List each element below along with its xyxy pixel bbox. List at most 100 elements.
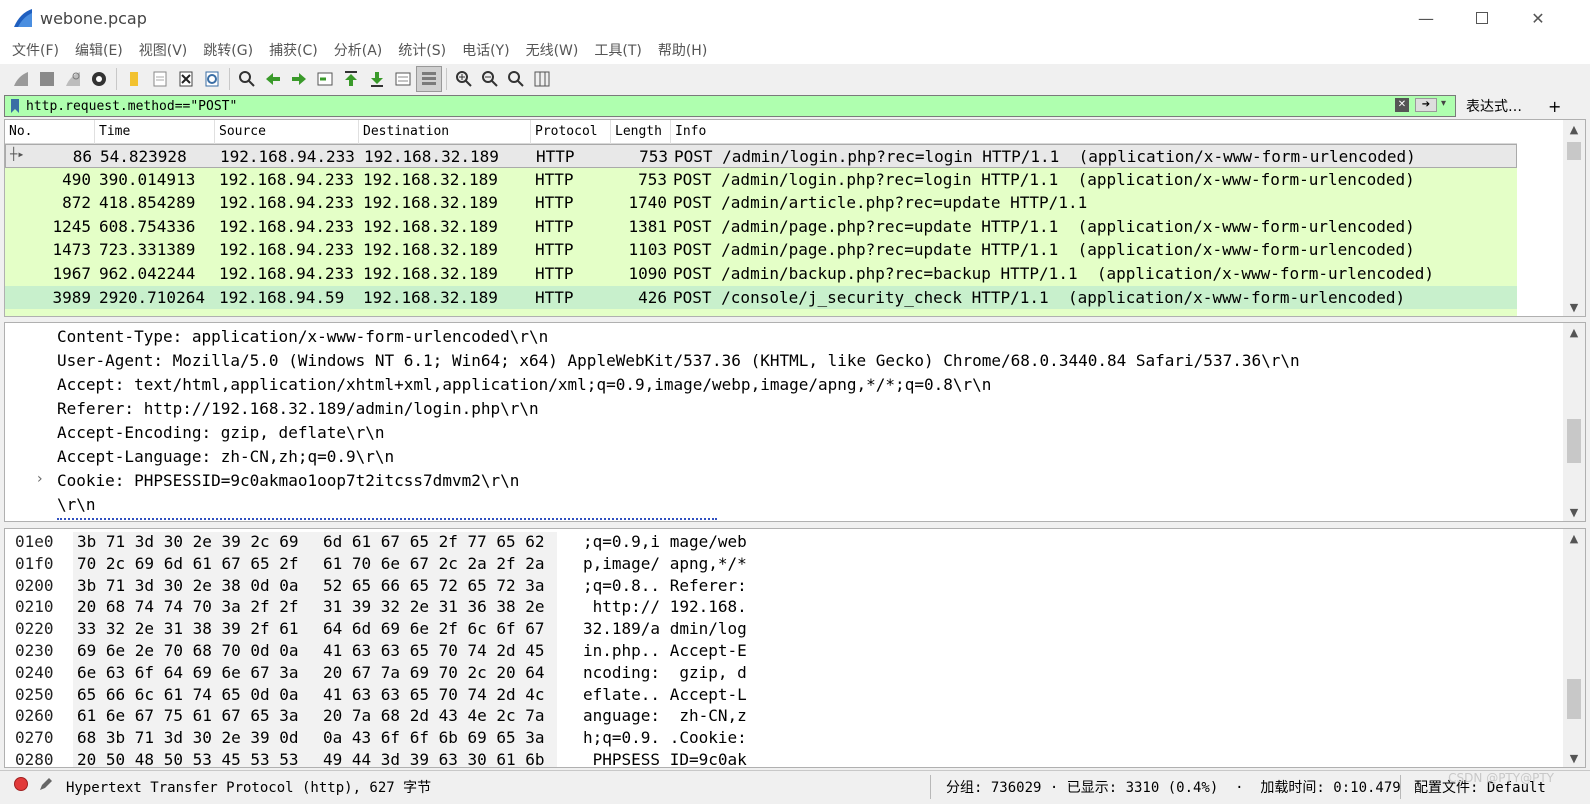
menu-wireless[interactable]: 无线(W) [518,40,587,60]
last-packet-button[interactable] [364,66,390,92]
folder-icon [130,72,138,86]
zoom-out-button[interactable] [477,66,503,92]
reload-file-button[interactable] [199,66,225,92]
table-row[interactable]: 1245 608.754336 192.168.94.233 192.168.3… [5,214,1517,239]
hex-dump-row[interactable]: 01f0 70 2c 69 6d 61 67 65 2f 61 70 6e 67 2… [5,553,1555,576]
display-filter-input[interactable] [22,96,1382,116]
menu-analyze[interactable]: 分析(A) [326,40,391,60]
menu-telephony[interactable]: 电话(Y) [454,40,517,60]
scroll-thumb[interactable] [1567,142,1581,160]
scroll-down-icon[interactable]: ▼ [1563,503,1585,521]
column-header-time[interactable]: Time [95,120,215,144]
hex-dump-row[interactable]: 0240 6e 63 6f 64 69 6e 67 3a 20 67 7a 69 7… [5,662,1555,685]
detail-line[interactable]: User-Agent: Mozilla/5.0 (Windows NT 6.1;… [57,351,1300,370]
menu-file[interactable]: 文件(F) [4,40,67,60]
detail-line[interactable]: Accept: text/html,application/xhtml+xml,… [57,375,991,394]
bookmark-icon[interactable] [8,98,22,114]
apply-filter-icon[interactable]: ➔ [1415,98,1437,112]
detail-line[interactable]: Cookie: PHPSESSID=9c0akmao1oop7t2itcss7d… [57,471,519,490]
start-capture-button[interactable] [8,66,34,92]
expand-arrow-icon[interactable]: › [37,471,43,487]
column-header-no[interactable]: No. [5,120,95,144]
first-packet-button[interactable] [338,66,364,92]
cell-time: 390.014913 [99,169,196,189]
table-row[interactable]: 872 418.854289 192.168.94.233 192.168.32… [5,191,1517,215]
column-header-destination[interactable]: Destination [359,120,531,144]
menu-capture[interactable]: 捕获(C) [261,40,326,60]
save-file-button[interactable] [147,66,173,92]
close-file-button[interactable] [173,66,199,92]
scroll-thumb[interactable] [1567,419,1581,463]
scroll-down-icon[interactable]: ▼ [1563,298,1585,316]
hex-bytes-second: 49 44 3d 39 63 30 61 6b [323,750,545,768]
hex-bytes-second: 64 6d 69 6e 2f 6c 6f 67 [323,619,545,639]
find-packet-button[interactable] [234,66,260,92]
hex-dump-row[interactable]: 0230 69 6e 2e 70 68 70 0d 0a 41 63 63 65 7… [5,641,1555,663]
expression-button[interactable]: 表达式… [1466,96,1522,116]
resize-columns-button[interactable] [529,66,555,92]
colorize-button[interactable] [416,66,442,92]
restart-capture-button[interactable] [60,66,86,92]
bytes-scrollbar[interactable]: ▲ ▼ [1563,529,1585,767]
scroll-up-icon[interactable]: ▲ [1563,529,1585,547]
table-row[interactable]: 490 390.014913 192.168.94.233 192.168.32… [5,167,1517,192]
edit-comment-icon[interactable] [38,776,54,792]
filter-history-dropdown-icon[interactable]: ▾ [1441,98,1446,109]
hex-dump-row[interactable]: 0200 3b 71 3d 30 2e 38 0d 0a 52 65 66 65 7… [5,575,1555,598]
details-scrollbar[interactable]: ▲ ▼ [1563,323,1585,521]
column-header-info[interactable]: Info [671,120,1517,144]
zoom-reset-button[interactable] [503,66,529,92]
hex-dump-row[interactable]: 0220 33 32 2e 31 38 39 2f 61 64 6d 69 6e 2… [5,619,1555,641]
menu-edit[interactable]: 编辑(E) [67,40,131,60]
hex-dump-row[interactable]: 0270 68 3b 71 3d 30 2e 39 0d 0a 43 6f 6f 6… [5,728,1555,750]
expert-info-icon[interactable] [14,777,28,791]
go-back-button[interactable] [260,66,286,92]
clear-filter-icon[interactable]: ✕ [1395,98,1409,112]
minimize-button[interactable]: — [1398,0,1454,36]
cell-time: 418.854289 [99,193,196,213]
zoom-in-button[interactable] [451,66,477,92]
maximize-button[interactable] [1454,0,1510,36]
menu-statistics[interactable]: 统计(S) [390,40,454,60]
capture-options-button[interactable] [86,66,112,92]
table-row[interactable]: ┼▸ 86 54.823928 192.168.94.233 192.168.3… [5,144,1517,168]
cell-destination: 192.168.32.189 [363,216,498,236]
detail-line[interactable]: Content-Type: application/x-www-form-url… [57,327,548,346]
table-row[interactable]: 1473 723.331389 192.168.94.233 192.168.3… [5,238,1517,262]
hex-dump-row[interactable]: 0280 20 50 48 50 53 45 53 53 49 44 3d 39 6… [5,750,1555,768]
hex-dump-row[interactable]: 01e0 3b 71 3d 30 2e 39 2c 69 6d 61 67 65 2… [5,532,1555,554]
detail-line[interactable]: \r\n [57,495,96,514]
detail-line[interactable]: Referer: http://192.168.32.189/admin/log… [57,399,539,418]
column-header-protocol[interactable]: Protocol [531,120,611,144]
column-header-length[interactable]: Length [611,120,671,144]
menu-help[interactable]: 帮助(H) [650,40,715,60]
close-button[interactable]: ✕ [1510,0,1566,36]
scroll-down-icon[interactable]: ▼ [1563,749,1585,767]
column-header-source[interactable]: Source [215,120,359,144]
add-filter-button[interactable]: + [1548,97,1561,116]
go-forward-button[interactable] [286,66,312,92]
stop-capture-button[interactable] [34,66,60,92]
scroll-up-icon[interactable]: ▲ [1563,120,1585,138]
detail-line[interactable]: Accept-Language: zh-CN,zh;q=0.9\r\n [57,447,394,466]
menu-go[interactable]: 跳转(G) [195,40,261,60]
hex-dump-row[interactable]: 0250 65 66 6c 61 74 65 0d 0a 41 63 63 65 7… [5,684,1555,707]
menu-view[interactable]: 视图(V) [131,40,196,60]
cell-source: 192.168.94.233 [219,216,354,236]
scroll-thumb[interactable] [1567,679,1581,719]
go-to-packet-button[interactable] [312,66,338,92]
ascii-text: ncoding: gzip, d [583,662,747,682]
ascii-text: ;q=0.9,i mage/web [583,532,747,551]
table-row[interactable]: 3989 2920.710264 192.168.94.59 192.168.3… [5,285,1517,310]
menu-tools[interactable]: 工具(T) [586,40,649,60]
table-row[interactable]: 1967 962.042244 192.168.94.233 192.168.3… [5,262,1517,286]
watermark-text: CSDN @PTY@PTY [1448,771,1554,785]
open-file-button[interactable] [121,66,147,92]
cell-no: 1245 [52,216,91,236]
hex-dump-row[interactable]: 0210 20 68 74 74 70 3a 2f 2f 31 39 32 2e 3… [5,597,1555,620]
detail-line[interactable]: Accept-Encoding: gzip, deflate\r\n [57,423,385,442]
hex-dump-row[interactable]: 0260 61 6e 67 75 61 67 65 3a 20 7a 68 2d 4… [5,706,1555,729]
autoscroll-button[interactable] [390,66,416,92]
packet-list-scrollbar[interactable]: ▲ ▼ [1563,120,1585,316]
scroll-up-icon[interactable]: ▲ [1563,323,1585,341]
